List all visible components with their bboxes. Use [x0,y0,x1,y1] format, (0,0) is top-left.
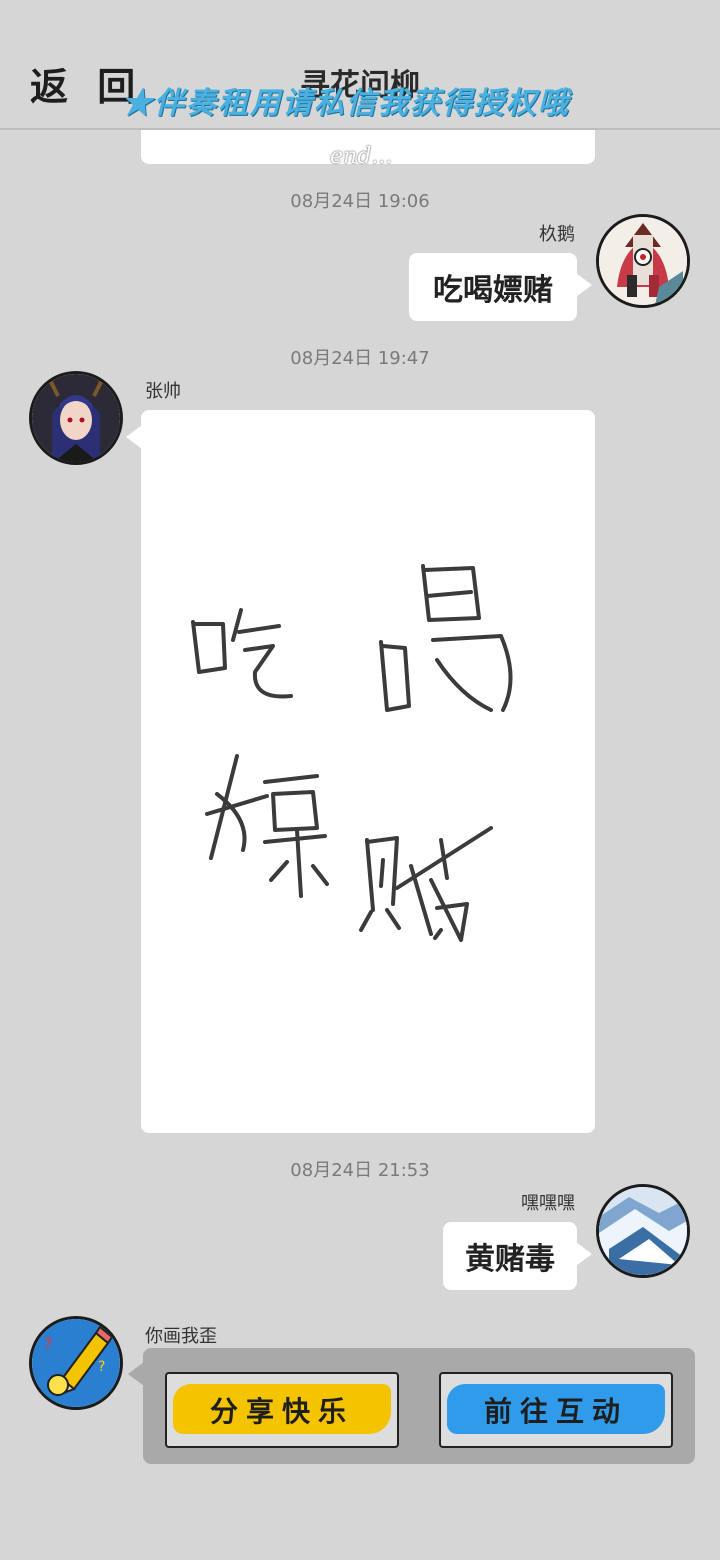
avatar[interactable] [596,214,690,308]
avatar[interactable] [29,371,123,465]
drawing-card[interactable] [141,410,595,1133]
interact-button[interactable]: 前往互动 [439,1372,673,1448]
avatar-red-character-icon [599,217,687,305]
bubble-tail [128,1362,144,1386]
game-card: 分享快乐 前往互动 [143,1348,695,1464]
interact-button-label: 前往互动 [483,1395,628,1428]
handwritten-drawing [191,564,513,942]
message-text: 吃喝嫖赌 [433,273,553,308]
bubble-tail [126,425,142,449]
avatar-pencil-game-icon: ? ? [32,1319,120,1407]
avatar-snow-mountain-icon [599,1187,687,1275]
avatar-anime-character-icon [32,374,120,462]
sender-name: 张帅 [145,381,181,402]
share-button[interactable]: 分享快乐 [165,1372,399,1448]
chat-bubble[interactable]: 吃喝嫖赌 [409,253,577,321]
timestamp: 08月24日 19:47 [290,348,430,369]
sender-name: 杦鹅 [539,224,575,245]
svg-text:?: ? [98,1359,105,1375]
sender-name: 你画我歪 [145,1326,217,1347]
watermark-text: ★伴奏租用请私信我获得授权哦 [122,86,570,121]
end-label: end... [330,144,393,169]
chat-bubble[interactable]: 黄赌毒 [443,1222,577,1290]
avatar[interactable]: ? ? [29,1316,123,1410]
svg-text:?: ? [44,1334,53,1353]
timestamp: 08月24日 21:53 [290,1160,430,1181]
header-bar: 返 回 寻花问柳 ★伴奏租用请私信我获得授权哦 [0,0,720,130]
avatar[interactable] [596,1184,690,1278]
timestamp: 08月24日 19:06 [290,191,430,212]
sender-name: 嘿嘿嘿 [521,1193,575,1214]
share-button-label: 分享快乐 [209,1395,354,1428]
bubble-tail [576,1242,592,1266]
message-text: 黄赌毒 [465,1242,555,1277]
bubble-tail [576,273,592,297]
